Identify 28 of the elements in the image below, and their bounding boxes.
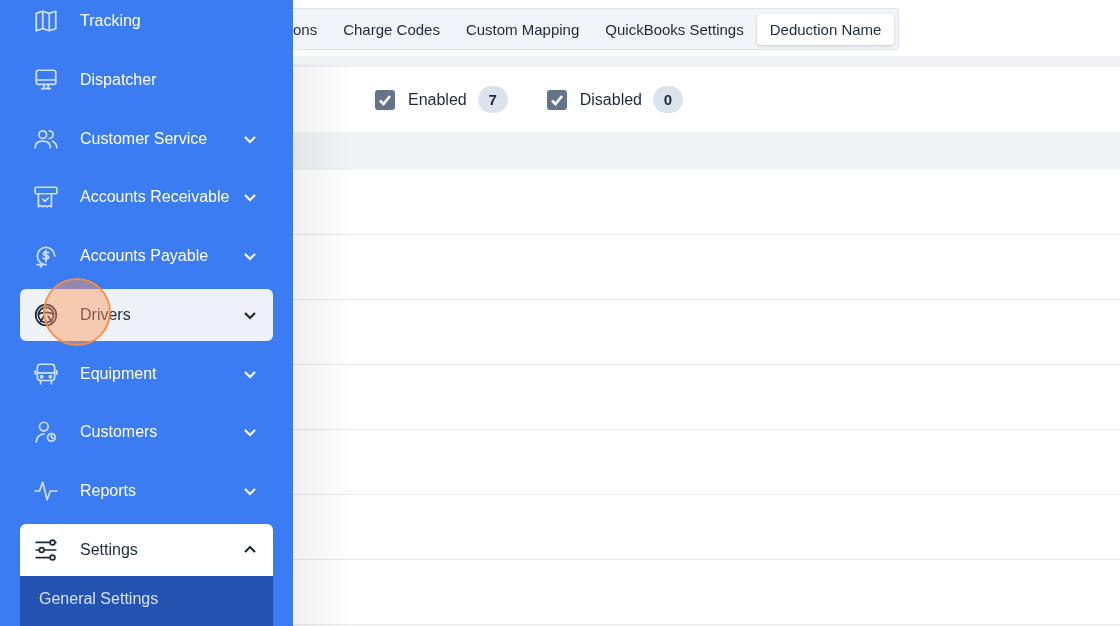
nav-item[interactable]: Dispatcher — [20, 53, 273, 106]
nav-item[interactable]: Reports — [20, 465, 273, 517]
checkbox[interactable] — [375, 89, 395, 110]
nav-item[interactable]: Settings — [20, 523, 273, 576]
checkbox[interactable] — [546, 89, 567, 110]
tab[interactable]: Charge Codes — [330, 13, 453, 45]
filter-label: Enabled — [408, 90, 467, 109]
monitor-icon — [33, 66, 59, 93]
receipt-icon — [33, 184, 59, 211]
nav-item[interactable]: Tracking — [20, 0, 273, 47]
tab[interactable]: QuickBooks Settings — [592, 13, 757, 45]
nav-item[interactable]: Accounts Receivable — [20, 171, 273, 224]
count-badge: 7 — [477, 86, 508, 113]
nav-item[interactable]: Equipment — [20, 347, 273, 400]
sliders-icon — [33, 536, 59, 563]
count-badge: 0 — [653, 86, 683, 113]
user-gear-icon — [33, 419, 59, 446]
steering-wheel-icon — [33, 301, 59, 328]
nav-item[interactable]: Customer Service — [20, 112, 273, 165]
filter-label: Disabled — [579, 90, 642, 109]
map-icon — [33, 8, 59, 34]
tab[interactable]: Deduction Name — [756, 13, 895, 45]
tab[interactable]: ons — [293, 13, 331, 45]
tab[interactable]: Custom Mapping — [452, 13, 593, 45]
nav-item[interactable]: Customers — [20, 406, 273, 459]
submenu-item[interactable]: General Settings — [20, 575, 273, 626]
nav-item[interactable]: Accounts Payable — [20, 230, 273, 282]
bus-icon — [33, 360, 59, 387]
